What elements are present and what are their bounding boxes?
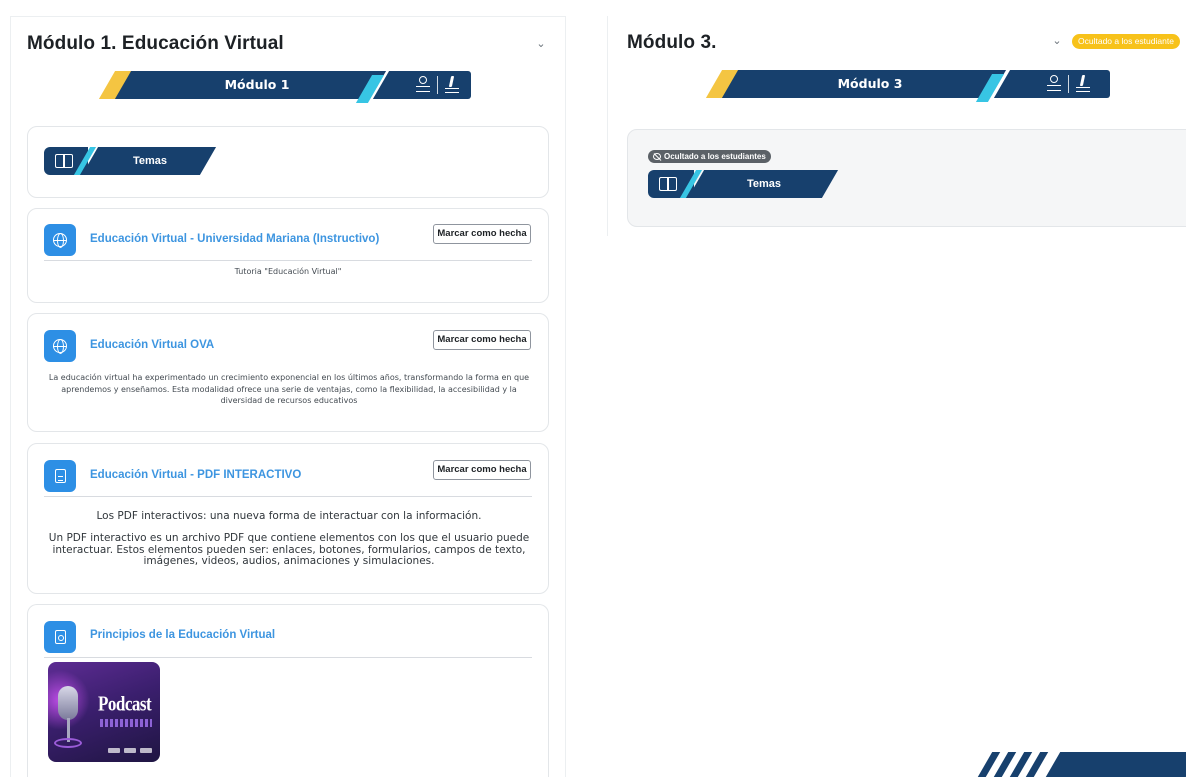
hidden-topic-card: Ocultado a los estudiantes Temas <box>627 129 1186 227</box>
institution-logos <box>1046 74 1091 94</box>
university-logo-icon <box>415 76 431 94</box>
activity-card-pdf: Educación Virtual - PDF INTERACTIVO Marc… <box>27 443 549 594</box>
document-icon <box>54 630 66 644</box>
institution-logos <box>415 75 460 95</box>
activity-link[interactable]: Principios de la Educación Virtual <box>90 629 275 641</box>
mark-done-button[interactable]: Marcar como hecha <box>433 460 531 480</box>
activity-link[interactable]: Educación Virtual - Universidad Mariana … <box>90 233 379 245</box>
activity-lead: Los PDF interactivos: una nueva forma de… <box>96 510 482 522</box>
topic-card: Temas <box>27 126 549 198</box>
logo-separator <box>1068 75 1069 93</box>
description-line: aprendemos y enseñamos. Esta modalidad o… <box>61 384 517 394</box>
faculty-logo-icon <box>1075 75 1091 93</box>
chevron-down-icon[interactable]: ⌄ <box>1050 34 1064 48</box>
module-banner: Módulo 1 <box>98 71 477 103</box>
faculty-logo-icon <box>444 76 460 94</box>
microphone-icon <box>58 686 78 720</box>
pdf-file-icon <box>54 469 66 483</box>
book-open-icon <box>659 177 679 191</box>
thumbnail-title: Podcast <box>98 691 152 716</box>
activity-link[interactable]: Educación Virtual - PDF INTERACTIVO <box>90 469 301 481</box>
course-section-module-3: Módulo 3. ⌄ Ocultado a los estudiante Mó… <box>607 16 1186 236</box>
banner-label: Módulo 3 <box>837 76 903 91</box>
mic-base <box>54 738 82 748</box>
banner-label: Módulo 1 <box>224 77 290 92</box>
activity-icon <box>44 621 76 653</box>
topic-pill[interactable]: Temas <box>44 147 217 175</box>
topic-label: Temas <box>132 155 168 167</box>
activity-card-instructivo: Educación Virtual - Universidad Mariana … <box>27 208 549 303</box>
hidden-status-label: Ocultado a los estudiantes <box>664 152 766 161</box>
thumbnail-logos <box>108 748 152 754</box>
activity-icon <box>44 330 76 362</box>
body-line: imágenes, videos, audios, animaciones y … <box>143 555 435 567</box>
activity-divider <box>44 496 532 497</box>
thumbnail-stripes <box>100 719 152 727</box>
description-line: diversidad de recursos educativos <box>220 396 358 405</box>
mark-done-button[interactable]: Marcar como hecha <box>433 330 531 350</box>
globe-icon <box>53 233 67 248</box>
globe-icon <box>53 339 67 354</box>
activity-icon <box>44 224 76 256</box>
decorative-stripes <box>975 752 1186 777</box>
section-title: Módulo 1. Educación Virtual <box>27 33 284 54</box>
eye-slash-icon <box>653 153 661 160</box>
podcast-thumbnail[interactable]: Podcast <box>48 662 160 762</box>
activity-card-principios: Principios de la Educación Virtual Podca… <box>27 604 549 777</box>
logo-separator <box>437 76 438 94</box>
description-line: La educación virtual ha experimentado un… <box>48 373 530 382</box>
topic-label: Temas <box>746 178 782 190</box>
module-banner: Módulo 3 <box>705 70 1114 102</box>
section-title: Módulo 3. <box>627 32 717 53</box>
hidden-status-pill: Ocultado a los estudiantes <box>648 150 771 163</box>
activity-description: La educación virtual ha experimentado un… <box>34 372 544 407</box>
stripe-solid <box>1045 752 1186 777</box>
activity-body: Un PDF interactivo es un archivo PDF que… <box>34 532 544 568</box>
activity-description: Tutoria "Educación Virtual" <box>234 267 342 276</box>
course-section-module-1: Módulo 1. Educación Virtual ⌄ Módulo 1 T… <box>10 16 566 777</box>
topic-pill[interactable]: Temas <box>648 170 839 198</box>
mark-done-button[interactable]: Marcar como hecha <box>433 224 531 244</box>
book-open-icon <box>55 154 75 168</box>
activity-card-ova: Educación Virtual OVA Marcar como hecha … <box>27 313 549 432</box>
university-logo-icon <box>1046 75 1062 93</box>
hidden-from-students-badge: Ocultado a los estudiante <box>1072 34 1180 49</box>
body-line: Un PDF interactivo es un archivo PDF que… <box>48 532 530 544</box>
activity-divider <box>44 657 532 658</box>
activity-icon <box>44 460 76 492</box>
chevron-down-icon[interactable]: ⌄ <box>534 37 548 51</box>
activity-divider <box>44 260 532 261</box>
activity-link[interactable]: Educación Virtual OVA <box>90 339 214 351</box>
